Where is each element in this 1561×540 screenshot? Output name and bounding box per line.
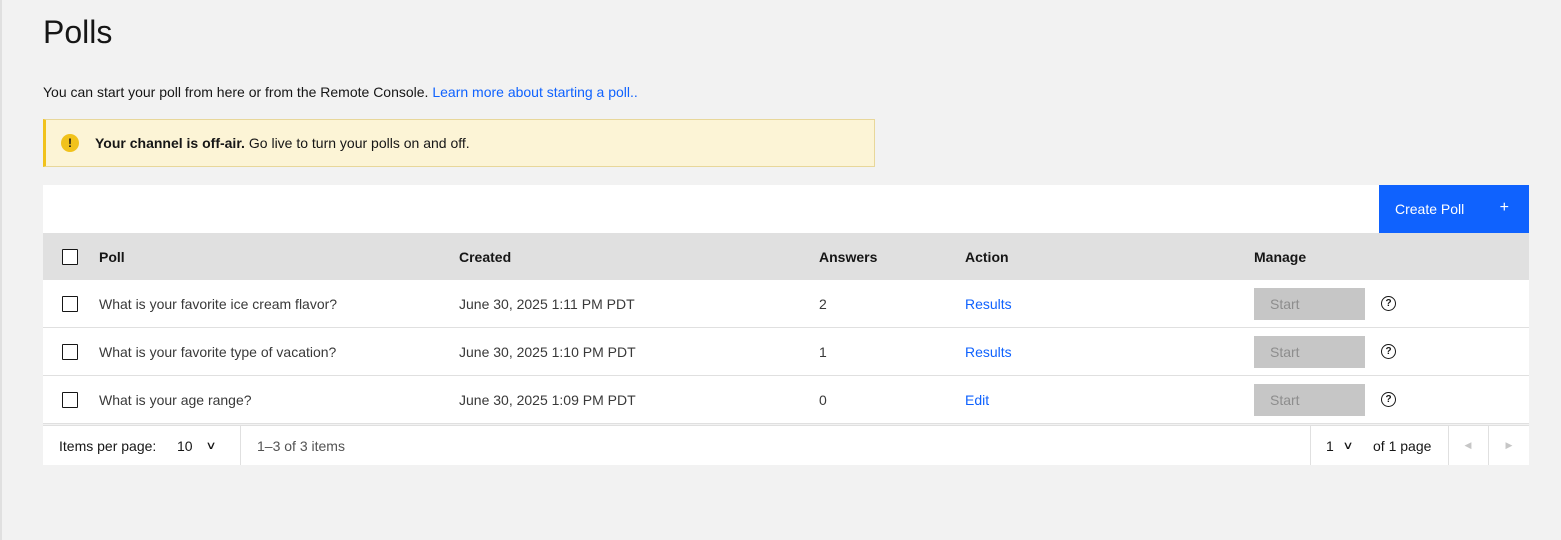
next-page-button[interactable]: ▶ — [1489, 426, 1529, 465]
start-poll-button[interactable]: Start — [1254, 383, 1365, 416]
caret-left-icon: ◀ — [1464, 440, 1472, 450]
polls-table: Poll Created Answers Action Manage What … — [43, 233, 1529, 424]
table-header: Poll Created Answers Action Manage — [43, 233, 1529, 280]
manage-cell: Start — [1254, 376, 1365, 423]
table-row: What is your favorite ice cream flavor? … — [43, 280, 1529, 328]
results-link[interactable]: Results — [965, 328, 1012, 375]
header-manage: Manage — [1254, 248, 1307, 265]
intro-text: You can start your poll from here or fro… — [43, 84, 638, 100]
notification-title: Your channel is off-air. — [95, 135, 245, 151]
items-per-page-value: 10 — [177, 437, 193, 454]
row-checkbox[interactable] — [62, 391, 78, 408]
help-icon[interactable]: ? — [1381, 344, 1396, 359]
help-cell: ? — [1381, 280, 1396, 327]
help-icon[interactable]: ? — [1381, 392, 1396, 407]
poll-created-date: June 30, 2025 1:09 PM PDT — [459, 391, 636, 408]
header-created: Created — [459, 248, 512, 265]
header-poll: Poll — [99, 248, 125, 265]
row-select-cell — [62, 328, 78, 375]
poll-answer-count: 0 — [819, 391, 827, 408]
header-action: Action — [965, 248, 1009, 265]
poll-created-date: June 30, 2025 1:10 PM PDT — [459, 343, 636, 360]
start-poll-button[interactable]: Start — [1254, 335, 1365, 368]
create-poll-label: Create Poll — [1395, 201, 1465, 217]
table-row: What is your favorite type of vacation? … — [43, 328, 1529, 376]
table-row: What is your age range? June 30, 2025 1:… — [43, 376, 1529, 424]
item-range-text: 1–3 of 3 items — [257, 437, 345, 454]
intro-text-body: You can start your poll from here or fro… — [43, 84, 429, 100]
poll-question: What is your age range? — [99, 391, 252, 408]
edit-link[interactable]: Edit — [965, 376, 989, 423]
row-checkbox[interactable] — [62, 295, 78, 312]
pager-divider — [240, 426, 241, 465]
previous-page-button[interactable]: ◀ — [1448, 426, 1488, 465]
items-per-page-select[interactable]: 10 ∨ — [177, 426, 217, 465]
pagination: Items per page: 10 ∨ 1–3 of 3 items 1 ∨ … — [43, 425, 1529, 465]
poll-answer-count: 2 — [819, 295, 827, 312]
page-select[interactable]: 1 ∨ — [1326, 426, 1354, 465]
table-toolbar: Create Poll + — [43, 185, 1529, 233]
manage-cell: Start — [1254, 328, 1365, 375]
notification-message: Go live to turn your polls on and off. — [248, 135, 470, 151]
page-value: 1 — [1326, 437, 1334, 454]
start-poll-button[interactable]: Start — [1254, 287, 1365, 320]
learn-more-link[interactable]: Learn more about starting a poll.. — [432, 84, 637, 100]
chevron-down-icon: ∨ — [204, 440, 217, 452]
add-icon: + — [1499, 199, 1509, 216]
chevron-down-icon: ∨ — [1342, 440, 1354, 452]
poll-answer-count: 1 — [819, 343, 827, 360]
row-checkbox[interactable] — [62, 343, 78, 360]
poll-created-date: June 30, 2025 1:11 PM PDT — [459, 295, 635, 312]
help-icon[interactable]: ? — [1381, 296, 1396, 311]
warning-icon: ! — [61, 134, 79, 152]
poll-question: What is your favorite ice cream flavor? — [99, 295, 338, 312]
caret-right-icon: ▶ — [1505, 440, 1513, 450]
header-answers: Answers — [819, 248, 878, 265]
manage-cell: Start — [1254, 280, 1365, 327]
row-select-cell — [62, 280, 78, 327]
poll-question: What is your favorite type of vacation? — [99, 343, 337, 360]
page-title: Polls — [43, 14, 113, 50]
results-link[interactable]: Results — [965, 280, 1012, 327]
page-count-text: of 1 page — [1373, 437, 1432, 454]
off-air-notification: ! Your channel is off-air. Go live to tu… — [43, 119, 875, 167]
select-all-cell — [62, 233, 78, 280]
create-poll-button[interactable]: Create Poll + — [1379, 185, 1529, 233]
pager-divider — [1310, 426, 1311, 465]
help-cell: ? — [1381, 376, 1396, 423]
left-edge-divider — [0, 0, 2, 540]
help-cell: ? — [1381, 328, 1396, 375]
row-select-cell — [62, 376, 78, 423]
select-all-checkbox[interactable] — [62, 248, 78, 265]
items-per-page-label: Items per page: — [59, 437, 157, 454]
